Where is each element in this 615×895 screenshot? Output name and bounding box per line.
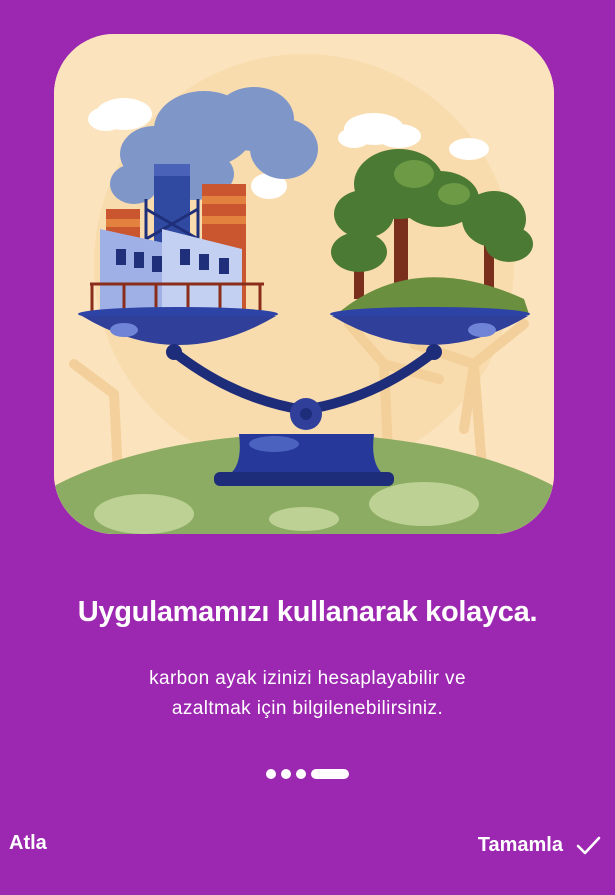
done-button-label: Tamamla [477, 833, 563, 856]
page-indicator-dot[interactable] [266, 769, 276, 779]
check-icon [575, 832, 601, 858]
page-indicator-dot-active[interactable] [311, 769, 349, 779]
done-button[interactable]: Tamamla [478, 832, 601, 858]
page-indicator-dot[interactable] [281, 769, 291, 779]
factory-trees-balance-illustration [54, 34, 554, 534]
page-indicator [0, 768, 615, 780]
onboarding-title: Uygulamamızı kullanarak kolayca. [77, 596, 538, 628]
skip-button[interactable]: Atla [9, 832, 47, 855]
page-indicator-dot[interactable] [296, 769, 306, 779]
onboarding-illustration [54, 34, 554, 534]
onboarding-description: karbon ayak izinizi hesaplayabilir ve az… [149, 668, 466, 719]
